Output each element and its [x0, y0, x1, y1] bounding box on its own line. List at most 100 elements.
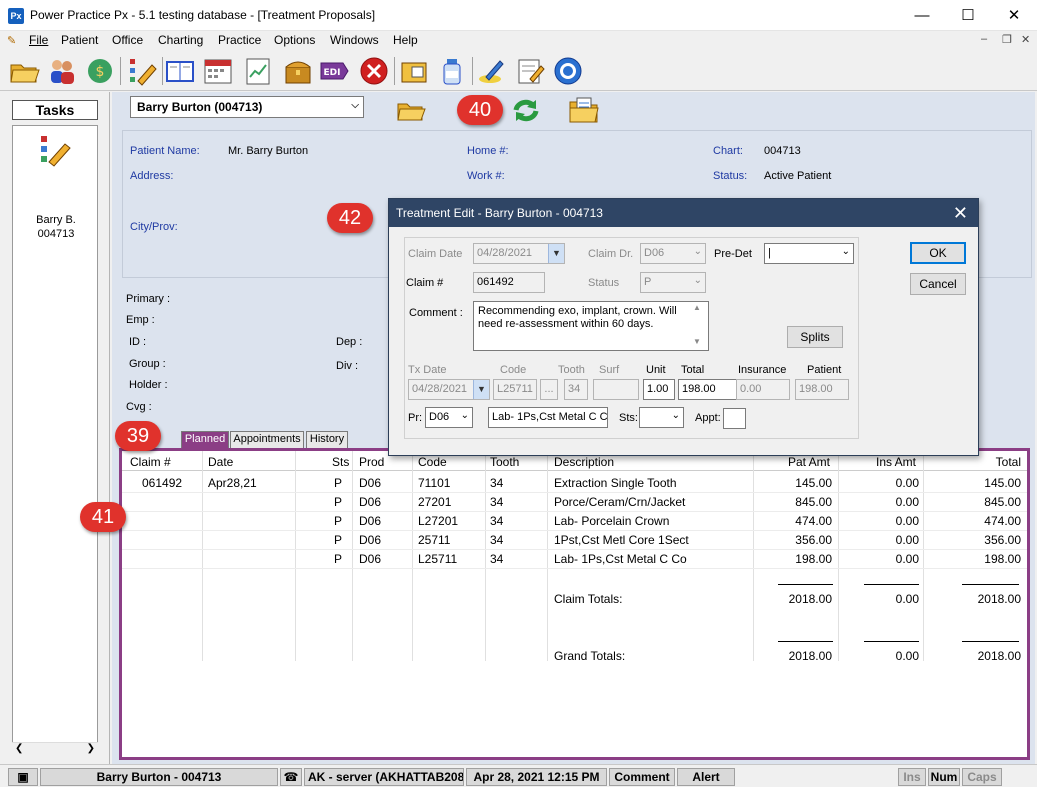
chevron-down-icon: ⌵ [351, 100, 359, 111]
users-icon[interactable] [46, 55, 78, 87]
tx-date-field[interactable]: 04/28/2021 ▼ [408, 379, 490, 400]
code-field[interactable]: L25711 [493, 379, 537, 400]
description-field[interactable]: Lab- 1Ps,Cst Metal C Co [488, 407, 608, 428]
stop-icon[interactable] [358, 55, 390, 87]
treasure-chest-icon[interactable] [282, 55, 314, 87]
status-ins: Ins [898, 768, 926, 786]
patient-amount-field[interactable]: 198.00 [795, 379, 849, 400]
col-code[interactable]: Code [418, 455, 447, 469]
sts-label: Sts: [619, 412, 638, 424]
claim-dr-select[interactable]: D06 ⌄ [640, 243, 706, 264]
claim-date-field[interactable]: 04/28/2021 ▼ [473, 243, 565, 264]
cell-tooth: 34 [490, 514, 504, 528]
menu-patient[interactable]: Patient [61, 33, 98, 47]
edit-pencil-icon[interactable] [126, 55, 158, 87]
comment-textarea[interactable]: Recommending exo, implant, crown. Will n… [473, 301, 709, 351]
col-ins-amt[interactable]: Ins Amt [876, 455, 916, 469]
tab-appointments[interactable]: Appointments [230, 431, 304, 448]
col-prod[interactable]: Prod [359, 455, 384, 469]
toolbar-separator [162, 57, 163, 85]
pen-sign-icon[interactable] [476, 55, 508, 87]
col-tooth[interactable]: Tooth [490, 455, 519, 469]
claim-date-value: 04/28/2021 [477, 247, 533, 259]
code-lookup-button[interactable]: ... [540, 379, 558, 400]
status-select[interactable]: P ⌄ [640, 272, 706, 293]
report-icon[interactable] [242, 55, 274, 87]
unit-field[interactable]: 1.00 [643, 379, 675, 400]
document-icon[interactable]: ✎ [7, 34, 19, 47]
cancel-button[interactable]: Cancel [910, 273, 966, 295]
status-patient: Barry Burton - 004713 [40, 768, 278, 786]
mdi-restore-icon[interactable]: ❐ [1002, 33, 1012, 46]
cell-sts: P [334, 514, 343, 528]
book-icon[interactable] [164, 55, 196, 87]
menu-options[interactable]: Options [274, 33, 315, 47]
task-patient-label[interactable]: Barry B. 004713 [13, 213, 99, 241]
sts-select[interactable]: ⌄ [639, 407, 684, 428]
notepad-icon[interactable] [514, 55, 546, 87]
status-comment[interactable]: Comment [609, 768, 675, 786]
mdi-close-icon[interactable]: ✕ [1021, 33, 1030, 46]
col-claim[interactable]: Claim # [130, 455, 171, 469]
tab-planned[interactable]: Planned [181, 431, 229, 448]
col-divider [547, 451, 548, 661]
cell-total: 198.00 [984, 552, 1021, 566]
col-date[interactable]: Date [208, 455, 233, 469]
col-total[interactable]: Total [996, 455, 1021, 469]
tooth-field[interactable]: 34 [564, 379, 588, 400]
callout-42: 42 [327, 203, 373, 233]
tasks-panel: Tasks Barry B. 004713 ❮ ❯ [0, 92, 110, 764]
document-folder-icon[interactable] [568, 96, 600, 127]
status-alert[interactable]: Alert [677, 768, 735, 786]
menu-windows[interactable]: Windows [330, 33, 379, 47]
col-sts[interactable]: Sts [332, 455, 349, 469]
menu-practice[interactable]: Practice [218, 33, 261, 47]
scroll-down-icon[interactable]: ▼ [693, 337, 701, 346]
appt-field[interactable] [723, 408, 746, 429]
status-select-value: P [644, 276, 652, 288]
scroll-left-icon[interactable]: ❮ [15, 743, 23, 754]
edi-icon[interactable]: EDI [318, 55, 350, 87]
patient-select[interactable]: Barry Burton (004713) ⌵ [130, 96, 364, 118]
close-icon[interactable]: ✕ [991, 0, 1037, 31]
open-folder-icon[interactable] [396, 98, 426, 125]
chevron-down-icon[interactable]: ▼ [548, 244, 564, 263]
exchange-icon[interactable]: $ [84, 55, 116, 87]
minimize-icon[interactable]: — [899, 0, 945, 31]
status-num: Num [928, 768, 960, 786]
mdi-minimize-icon[interactable]: – [981, 33, 987, 45]
callout-39: 39 [115, 421, 161, 451]
surf-field[interactable] [593, 379, 639, 400]
menu-file[interactable]: File [29, 33, 48, 47]
tab-history[interactable]: History [306, 431, 348, 448]
menu-help[interactable]: Help [393, 33, 418, 47]
col-pat-amt[interactable]: Pat Amt [788, 455, 830, 469]
tasks-scrollbar[interactable]: ❮ ❯ [12, 742, 98, 757]
predet-select[interactable]: | ⌄ [764, 243, 854, 264]
address-card-icon[interactable] [398, 55, 430, 87]
bottle-icon[interactable] [436, 55, 468, 87]
splits-button[interactable]: Splits [787, 326, 843, 348]
col-description[interactable]: Description [554, 455, 614, 469]
insurance-field[interactable]: 0.00 [736, 379, 790, 400]
help-circle-icon[interactable] [552, 55, 584, 87]
total-field[interactable]: 198.00 [678, 379, 739, 400]
grand-totals-pat: 2018.00 [788, 649, 832, 663]
pr-select[interactable]: D06 ⌄ [425, 407, 473, 428]
open-folder-icon[interactable] [8, 55, 40, 87]
claim-no-field[interactable]: 061492 [473, 272, 545, 293]
maximize-icon[interactable]: ☐ [945, 0, 991, 31]
ok-button[interactable]: OK [910, 242, 966, 264]
scroll-right-icon[interactable]: ❯ [87, 743, 95, 754]
dialog-close-icon[interactable]: ✕ [953, 199, 968, 227]
tasks-header: Tasks [12, 100, 98, 120]
patient-task-icon[interactable] [39, 134, 73, 171]
refresh-icon[interactable] [510, 96, 542, 127]
calendar-icon[interactable] [202, 55, 234, 87]
scroll-up-icon[interactable]: ▲ [693, 303, 701, 312]
camera-icon[interactable]: ▣ [8, 768, 38, 786]
menu-office[interactable]: Office [112, 33, 143, 47]
menu-charting[interactable]: Charting [158, 33, 203, 47]
chevron-down-icon[interactable]: ▼ [473, 380, 489, 399]
address-label: Address: [130, 170, 174, 182]
